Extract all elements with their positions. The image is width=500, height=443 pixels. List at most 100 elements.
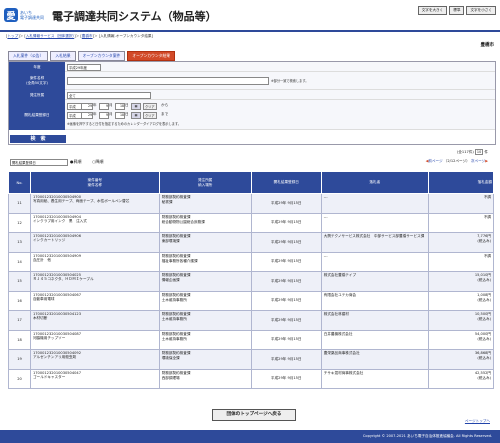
font-small-button[interactable]: 文字を小さく (466, 6, 496, 15)
row-case[interactable]: 170001232010030504123 木材切断 (29, 310, 160, 331)
row-price-text: 不調 (483, 195, 491, 199)
row-case[interactable]: 170001232010030504067 自動車用電球 (29, 290, 160, 311)
per-page-select[interactable]: 10 (474, 149, 484, 155)
sort-bar: 開札結果登録日 ●昇順 ○降順 (全117件) 10 件 ◀前ページ （2/12… (10, 149, 488, 166)
font-normal-button[interactable]: 標準 (449, 6, 465, 15)
breadcrumb-top[interactable]: トップ (7, 34, 18, 38)
row-case[interactable]: 170001232010030504087 河脇機用チップソー (29, 329, 160, 350)
row-org-text: 土木維持事務所 (161, 297, 187, 302)
row-date-text: 平成29年 9月15日 (270, 317, 302, 322)
row-bidder-text: --- (323, 253, 328, 258)
tab-bid-notice[interactable]: 入札案件（公告） (8, 51, 49, 61)
row-case-text: 血圧計 他 (32, 257, 51, 262)
next-arrow-icon: ▶ (485, 159, 488, 163)
to-day-input[interactable]: 18 (115, 112, 125, 119)
from-year-input[interactable]: 29 (81, 103, 93, 110)
row-bidder: --- (320, 212, 429, 233)
row-org: 財務部契約検査課 土木維持事務所 (158, 290, 252, 311)
row-case[interactable]: 170001232010030504906 インクカートリッジ (29, 232, 160, 253)
row-case[interactable]: 170001232010030504904 インクラブ用インク 黒 注入式 (29, 212, 160, 233)
row-date: 平成29年 9月15日 (250, 329, 322, 350)
from-clear-button[interactable]: クリア (143, 103, 157, 110)
back-to-org-top-button[interactable]: 団体のトップページへ戻る (212, 409, 296, 421)
row-no: 14 (8, 251, 31, 272)
row-price-text: 不調 (483, 214, 491, 219)
to-era-select[interactable]: 平成 (67, 112, 82, 119)
tab-open-counter[interactable]: オープンカウンタ案件 (77, 51, 126, 61)
next-page-link[interactable]: 次ページ▶ (471, 159, 488, 163)
breadcrumb-city[interactable]: 豊橋市 (82, 34, 93, 38)
row-date: 平成29年 9月15日 (250, 310, 322, 331)
row-date-text: 平成29年 9月15日 (270, 337, 302, 342)
calendar-note: ※画像を押下すると日付を指定するためのカレンダーダイアログを表示します。 (67, 122, 181, 126)
row-bidder: 大興テクノサービス株式会社 中部サービス部豊橋サービス課 (320, 232, 429, 253)
row-bidder: --- (320, 193, 429, 214)
row-no: 15 (8, 271, 31, 292)
row-no: 17 (8, 310, 31, 331)
row-date-text: 平成29年 9月15日 (270, 220, 302, 225)
row-price-text: (税込み) (477, 375, 491, 380)
row-org-text: 土木維持事務所 (161, 336, 187, 341)
font-large-button[interactable]: 文字を大きく (417, 6, 448, 15)
sort-asc-radio[interactable]: ●昇順 (70, 159, 82, 165)
row-no-text: 15 (17, 279, 22, 284)
to-month-input[interactable]: 9 (99, 112, 109, 119)
fiscal-year-select[interactable]: 平成29年度 (67, 64, 101, 71)
row-org-text: 総合動物物公園総合庶務課 (161, 219, 205, 224)
from-suffix: から (161, 103, 169, 107)
from-month-input[interactable]: 9 (99, 103, 109, 110)
page-top-link[interactable]: ページトップへ (465, 419, 490, 424)
row-price-text: (税込み) (477, 297, 491, 302)
sort-desc-radio[interactable]: ○降順 (92, 159, 104, 165)
col-date: 開札結果登録日 (250, 171, 322, 194)
row-bidder: 有限会社ユテカ商会 (320, 290, 429, 311)
calendar-icon[interactable]: ▦ (131, 112, 141, 119)
fiscal-year-label: 年度 (9, 62, 65, 72)
tab-open-counter-results[interactable]: オープンカウンタ結果 (127, 51, 176, 61)
row-no-text: 12 (17, 220, 22, 225)
from-era-select[interactable]: 平成 (67, 103, 82, 110)
row-bidder: --- (320, 251, 429, 272)
row-bidder-text: --- (323, 195, 328, 199)
row-bidder-text: チサキ混材商事株式会社 (323, 370, 364, 375)
search-button[interactable]: 検 索 (10, 135, 66, 143)
case-name-input[interactable] (67, 77, 269, 85)
table-header-row: No. 案件番号 案件名称 発注所属 納入場所 開札結果登録日 落札者 落札金額 (8, 171, 495, 194)
row-price: 54,000円 (税込み) (427, 329, 495, 350)
tab-bar: 入札案件（公告） 入札結果 オープンカウンタ案件 オープンカウンタ結果 (8, 51, 176, 61)
calendar-icon[interactable]: ▦ (131, 103, 141, 110)
breadcrumb-current: 入札情報-オープンカウンタ結果 (100, 34, 152, 38)
to-clear-button[interactable]: クリア (143, 112, 157, 119)
row-bidder: 株式会社林建材 (320, 310, 429, 331)
font-size-controls: 文字を大きく 標準 文字を小さく (417, 6, 496, 15)
row-date: 平成29年 9月15日 (250, 212, 322, 233)
breadcrumb: [トップ]＞ [入札情報サービス（団体選択）]＞ [豊橋市]＞ [入札情報-オー… (6, 34, 153, 38)
row-case[interactable]: 170001232010030504900 写真用紙、養生用テープ、両面テープ、水… (29, 193, 160, 214)
to-year-input[interactable]: 29 (81, 112, 93, 119)
from-day-input[interactable]: 18 (115, 103, 125, 110)
row-no-text: 13 (17, 240, 22, 245)
row-case[interactable]: 170001232010030504025 ＲＪ４５コネクタ、ＨＤＭＩケーブル (29, 271, 160, 292)
row-case[interactable]: 170001232010030504092 アルゼンチンアリ用殺虫剤 (29, 349, 160, 370)
row-org-text: 東部環境課 (161, 239, 180, 243)
row-org: 財務部契約検査課 土木維持事務所 (158, 329, 252, 350)
org-select[interactable]: 全て (67, 92, 151, 99)
row-case[interactable]: 170001232010030504047 ゴールドキャスター (29, 368, 160, 389)
row-case[interactable]: 170001232010030504909 血圧計 他 (29, 251, 160, 272)
row-no-text: 20 (17, 376, 22, 381)
sort-field-select[interactable]: 開札結果登録日 (10, 159, 68, 166)
row-no: 11 (8, 193, 31, 214)
tab-bid-results[interactable]: 入札結果 (50, 51, 76, 61)
row-date: 平成29年 9月15日 (250, 251, 322, 272)
row-no: 13 (8, 232, 31, 253)
row-date-text: 平成29年 9月15日 (270, 298, 302, 303)
search-panel: 年度 平成29年度 案件名称 (全角50文字) ※部分一致で検索します。 発注所… (8, 61, 496, 145)
footer: Copyright © 2007-2021 あいち電子自治体推進協議会. All… (0, 430, 500, 443)
row-bidder-text: 株式会社林建材 (323, 312, 349, 316)
prev-page-link[interactable]: ◀前ページ (426, 159, 444, 163)
col-no: No. (8, 171, 31, 194)
row-bidder: チサキ混材商事株式会社 (320, 368, 429, 389)
row-org-text: 西部調理場 (161, 375, 180, 380)
table-body: 11 170001232010030504900 写真用紙、養生用テープ、両面テープ… (8, 193, 495, 389)
breadcrumb-org-select[interactable]: 入札情報サービス（団体選択） (26, 34, 75, 38)
